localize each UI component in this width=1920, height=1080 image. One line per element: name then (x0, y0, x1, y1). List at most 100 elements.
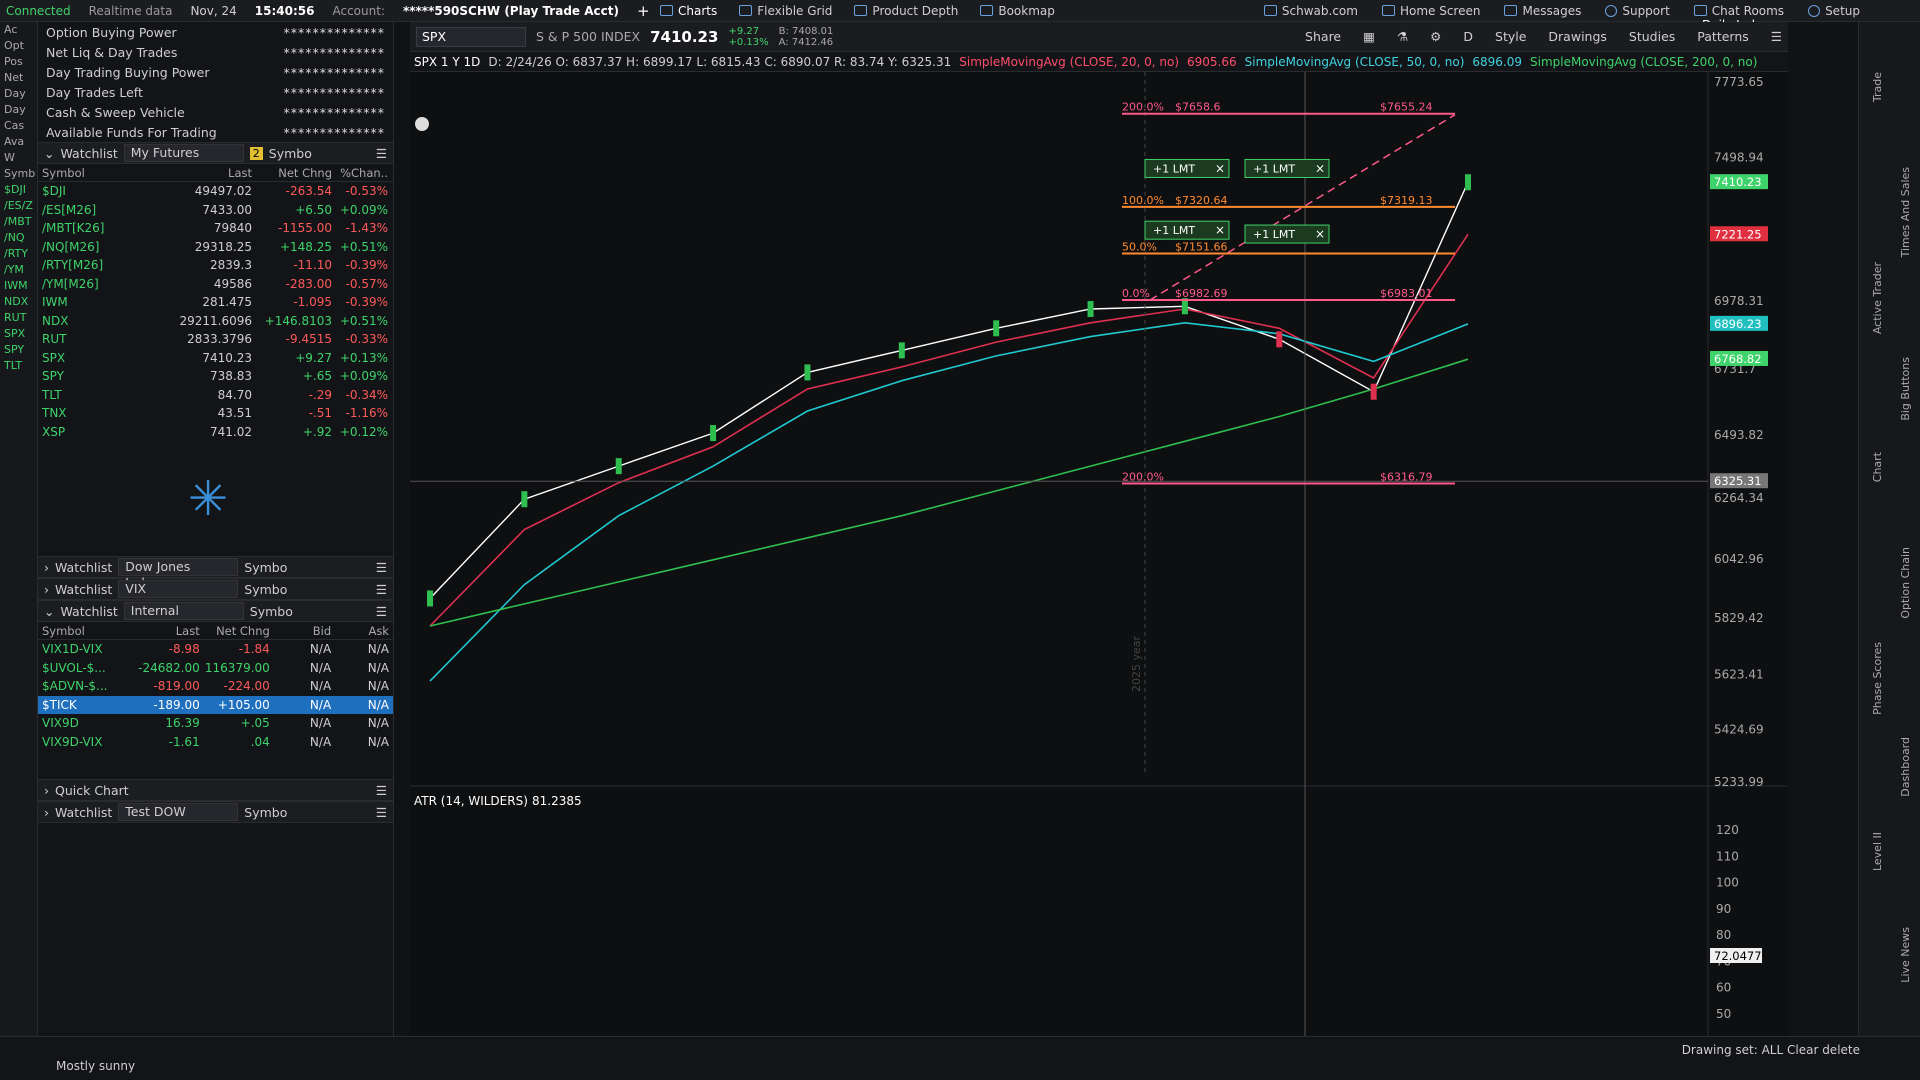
price-point[interactable] (615, 458, 622, 475)
tab-flexible-grid[interactable]: Flexible Grid (739, 4, 832, 18)
quick-chart-header[interactable]: › Quick Chart ☰ (38, 779, 393, 801)
symbol-label[interactable]: Symbo (269, 146, 312, 161)
drawing-set-status[interactable]: Drawing set: ALL Clear delete (1682, 1043, 1860, 1057)
tab-charts[interactable]: Charts (660, 4, 717, 18)
column-header[interactable]: Net Chng (252, 166, 332, 180)
right-rail-tab[interactable]: Live News (1899, 927, 1912, 983)
flask-icon[interactable]: ⚗ (1397, 29, 1408, 44)
left-rail-item[interactable]: RUT (0, 310, 37, 326)
watchlist-select-my-futures[interactable]: My Futures (123, 144, 244, 162)
table-row[interactable]: /ES[M26] 7433.00 +6.50 +0.09% (38, 201, 393, 220)
tab-product-depth[interactable]: Product Depth (854, 4, 958, 18)
link-messages[interactable]: Messages (1504, 4, 1581, 18)
close-icon[interactable]: × (1215, 161, 1225, 175)
watchlist-select-internal[interactable]: Internal (123, 602, 244, 620)
left-rail-item[interactable]: /RTY (0, 246, 37, 262)
left-rail-item[interactable]: SPX (0, 326, 37, 342)
left-rail-item[interactable]: /MBT (0, 214, 37, 230)
table-row[interactable]: IWM 281.475 -1.095 -0.39% (38, 293, 393, 312)
menu-icon[interactable]: ☰ (376, 805, 387, 820)
table-row[interactable]: /RTY[M26] 2839.3 -11.10 -0.39% (38, 256, 393, 275)
price-point[interactable] (521, 491, 528, 508)
column-header[interactable]: %Chan.. (332, 166, 388, 180)
column-header[interactable]: Last (162, 166, 252, 180)
symbol-label[interactable]: Symbo (244, 805, 287, 820)
table-row[interactable]: SPY 738.83 +.65 +0.09% (38, 367, 393, 386)
symbol-label[interactable]: Symbo (244, 582, 287, 597)
link-chat-rooms[interactable]: Chat Rooms (1693, 4, 1784, 18)
sma200-label[interactable]: SimpleMovingAvg (CLOSE, 200, 0, no) (1530, 55, 1757, 69)
left-rail-item[interactable]: Day (0, 86, 37, 102)
link-schwab[interactable]: Schwab.com (1263, 4, 1358, 18)
left-rail-item[interactable]: Net (0, 70, 37, 86)
table-row[interactable]: VIX9D 16.39 +.05 N/A N/A (38, 714, 393, 733)
left-rail-item[interactable]: /YM (0, 262, 37, 278)
left-rail-item[interactable]: Ac (0, 22, 37, 38)
right-rail-tab[interactable]: Dashboard (1899, 737, 1912, 797)
left-rail-item[interactable]: Opt (0, 38, 37, 54)
atr-label[interactable]: ATR (14, WILDERS) (414, 794, 528, 808)
table-row[interactable]: RUT 2833.3796 -9.4515 -0.33% (38, 330, 393, 349)
price-point[interactable] (710, 425, 717, 442)
style-button[interactable]: Style (1495, 29, 1526, 44)
expand-icon[interactable]: › (44, 582, 49, 597)
left-rail-item[interactable]: IWM (0, 278, 37, 294)
left-rail-item[interactable]: W (0, 150, 37, 166)
price-point[interactable] (804, 364, 811, 381)
left-rail-item[interactable]: NDX (0, 294, 37, 310)
right-rail-tab[interactable]: Times And Sales (1899, 167, 1912, 257)
close-icon[interactable]: × (1215, 223, 1225, 237)
menu-icon[interactable]: ☰ (376, 604, 387, 619)
price-point[interactable] (993, 320, 1000, 337)
price-point[interactable] (1276, 331, 1283, 348)
right-rail-tab[interactable]: Big Buttons (1899, 357, 1912, 421)
studies-button[interactable]: Studies (1629, 29, 1675, 44)
close-icon[interactable]: × (1315, 161, 1325, 175)
symbol-label[interactable]: Symbo (250, 604, 293, 619)
left-rail-item[interactable]: /NQ (0, 230, 37, 246)
tab-bookmap[interactable]: Bookmap (980, 4, 1055, 18)
symbol-label[interactable]: Symbo (244, 560, 287, 575)
price-chart[interactable]: 7773.657498.946978.316731.76493.826264.3… (410, 72, 1788, 1062)
collapse-icon[interactable]: ⌄ (44, 604, 54, 619)
patterns-button[interactable]: Patterns (1697, 29, 1748, 44)
share-button[interactable]: Share (1305, 29, 1341, 44)
watchlist-select[interactable]: Dow Jones Indu... (118, 558, 239, 590)
column-header[interactable]: Last (121, 624, 200, 638)
price-point[interactable] (898, 342, 905, 359)
price-point[interactable] (1465, 174, 1471, 191)
link-support[interactable]: Support (1605, 4, 1670, 18)
table-row[interactable]: VIX9D-VIX -1.61 .04 N/A N/A (38, 733, 393, 752)
aggregation-button[interactable]: D (1463, 29, 1473, 44)
table-row[interactable]: NDX 29211.6096 +146.8103 +0.51% (38, 312, 393, 331)
left-rail-item[interactable]: Day (0, 102, 37, 118)
left-rail-item[interactable]: Cas (0, 118, 37, 134)
menu-icon[interactable]: ☰ (376, 582, 387, 597)
table-row[interactable]: $ADVN-$... -819.00 -224.00 N/A N/A (38, 677, 393, 696)
left-rail-item[interactable]: $DJI (0, 182, 37, 198)
watchlist-select-test-dow[interactable]: Test DOW (118, 803, 239, 821)
drawings-button[interactable]: Drawings (1548, 29, 1607, 44)
table-row[interactable]: TNX 43.51 -.51 -1.16% (38, 404, 393, 423)
expand-icon[interactable]: › (44, 783, 49, 798)
left-rail-item[interactable]: Ava (0, 134, 37, 150)
info-icon[interactable] (415, 117, 429, 131)
link-home-screen[interactable]: Home Screen (1381, 4, 1480, 18)
right-rail-tab[interactable]: Chart (1871, 452, 1884, 482)
sma50-label[interactable]: SimpleMovingAvg (CLOSE, 50, 0, no) (1245, 55, 1465, 69)
column-header[interactable]: Symbol (42, 624, 121, 638)
menu-icon[interactable]: ☰ (376, 146, 387, 161)
column-header[interactable]: Net Chng (200, 624, 270, 638)
column-header[interactable]: Ask (331, 624, 389, 638)
link-badge[interactable]: 2 (249, 146, 263, 160)
sma20-label[interactable]: SimpleMovingAvg (CLOSE, 20, 0, no) (959, 55, 1179, 69)
left-rail-item[interactable]: TLT (0, 358, 37, 374)
link-setup[interactable]: Setup (1808, 4, 1860, 18)
price-point[interactable] (1087, 301, 1094, 318)
table-row[interactable]: $TICK -189.00 +105.00 N/A N/A (38, 695, 393, 714)
right-rail-tab[interactable]: Level II (1871, 832, 1884, 871)
table-row[interactable]: $UVOL-$... -24682.00 116379.00 N/A N/A (38, 659, 393, 678)
table-row[interactable]: SPX 7410.23 +9.27 +0.13% (38, 349, 393, 368)
left-rail-item[interactable]: SPY (0, 342, 37, 358)
close-icon[interactable]: × (1315, 227, 1325, 241)
